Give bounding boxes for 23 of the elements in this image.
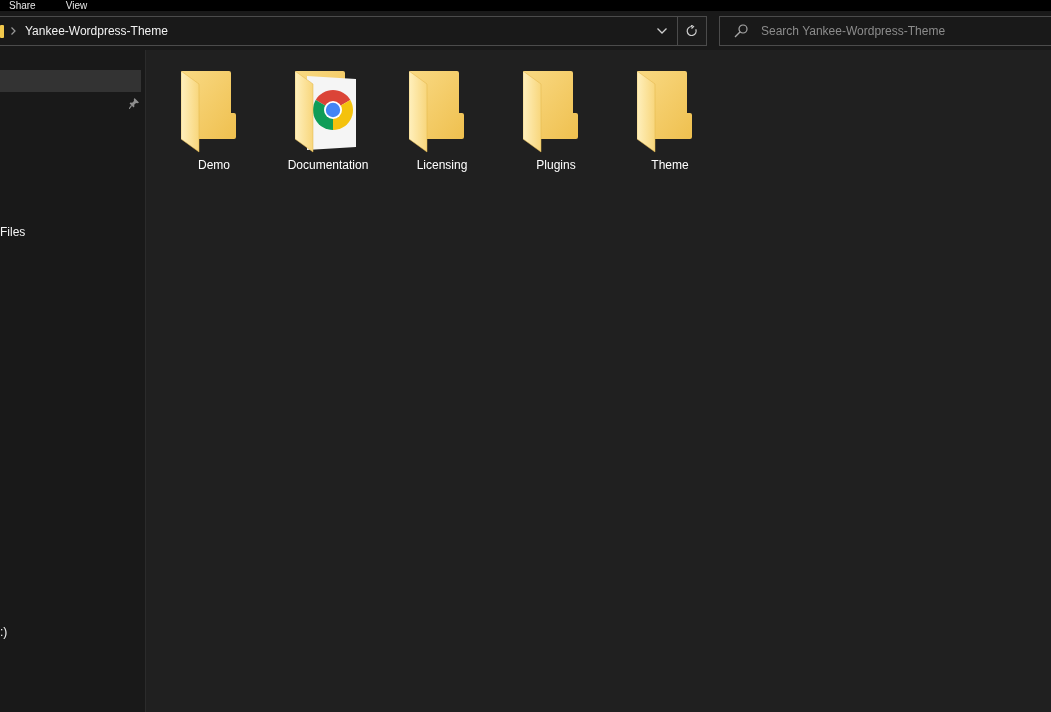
file-name[interactable]: Plugins — [536, 158, 576, 172]
folder-with-document-icon[interactable] — [295, 71, 357, 153]
folder-icon — [0, 24, 4, 38]
chevron-down-icon[interactable] — [657, 28, 667, 34]
folder-icon[interactable] — [637, 71, 693, 153]
ribbon-tab[interactable]: Share — [7, 0, 38, 11]
refresh-icon — [686, 25, 698, 37]
search-field[interactable]: Search Yankee-Wordpress-Theme — [719, 16, 1051, 46]
ribbon-tab[interactable]: View — [63, 0, 90, 11]
pin-icon[interactable] — [129, 97, 139, 109]
nav-item[interactable]: Files — [0, 225, 26, 239]
breadcrumb-item[interactable]: Yankee-Wordpress-Theme — [23, 24, 170, 38]
folder-icon[interactable] — [409, 71, 465, 153]
file-name[interactable]: Demo — [198, 158, 230, 172]
folder-icon[interactable] — [181, 71, 237, 153]
folder-icon[interactable] — [523, 71, 579, 153]
file-name[interactable]: Licensing — [416, 158, 468, 172]
nav-item[interactable]: :) — [0, 625, 8, 639]
chevron-right-icon[interactable] — [11, 27, 16, 35]
search-icon — [734, 24, 748, 38]
file-name[interactable]: Theme — [651, 158, 689, 172]
file-name[interactable]: Documentation — [287, 158, 369, 172]
address-bar[interactable]: Yankee-Wordpress-Theme — [0, 16, 707, 46]
